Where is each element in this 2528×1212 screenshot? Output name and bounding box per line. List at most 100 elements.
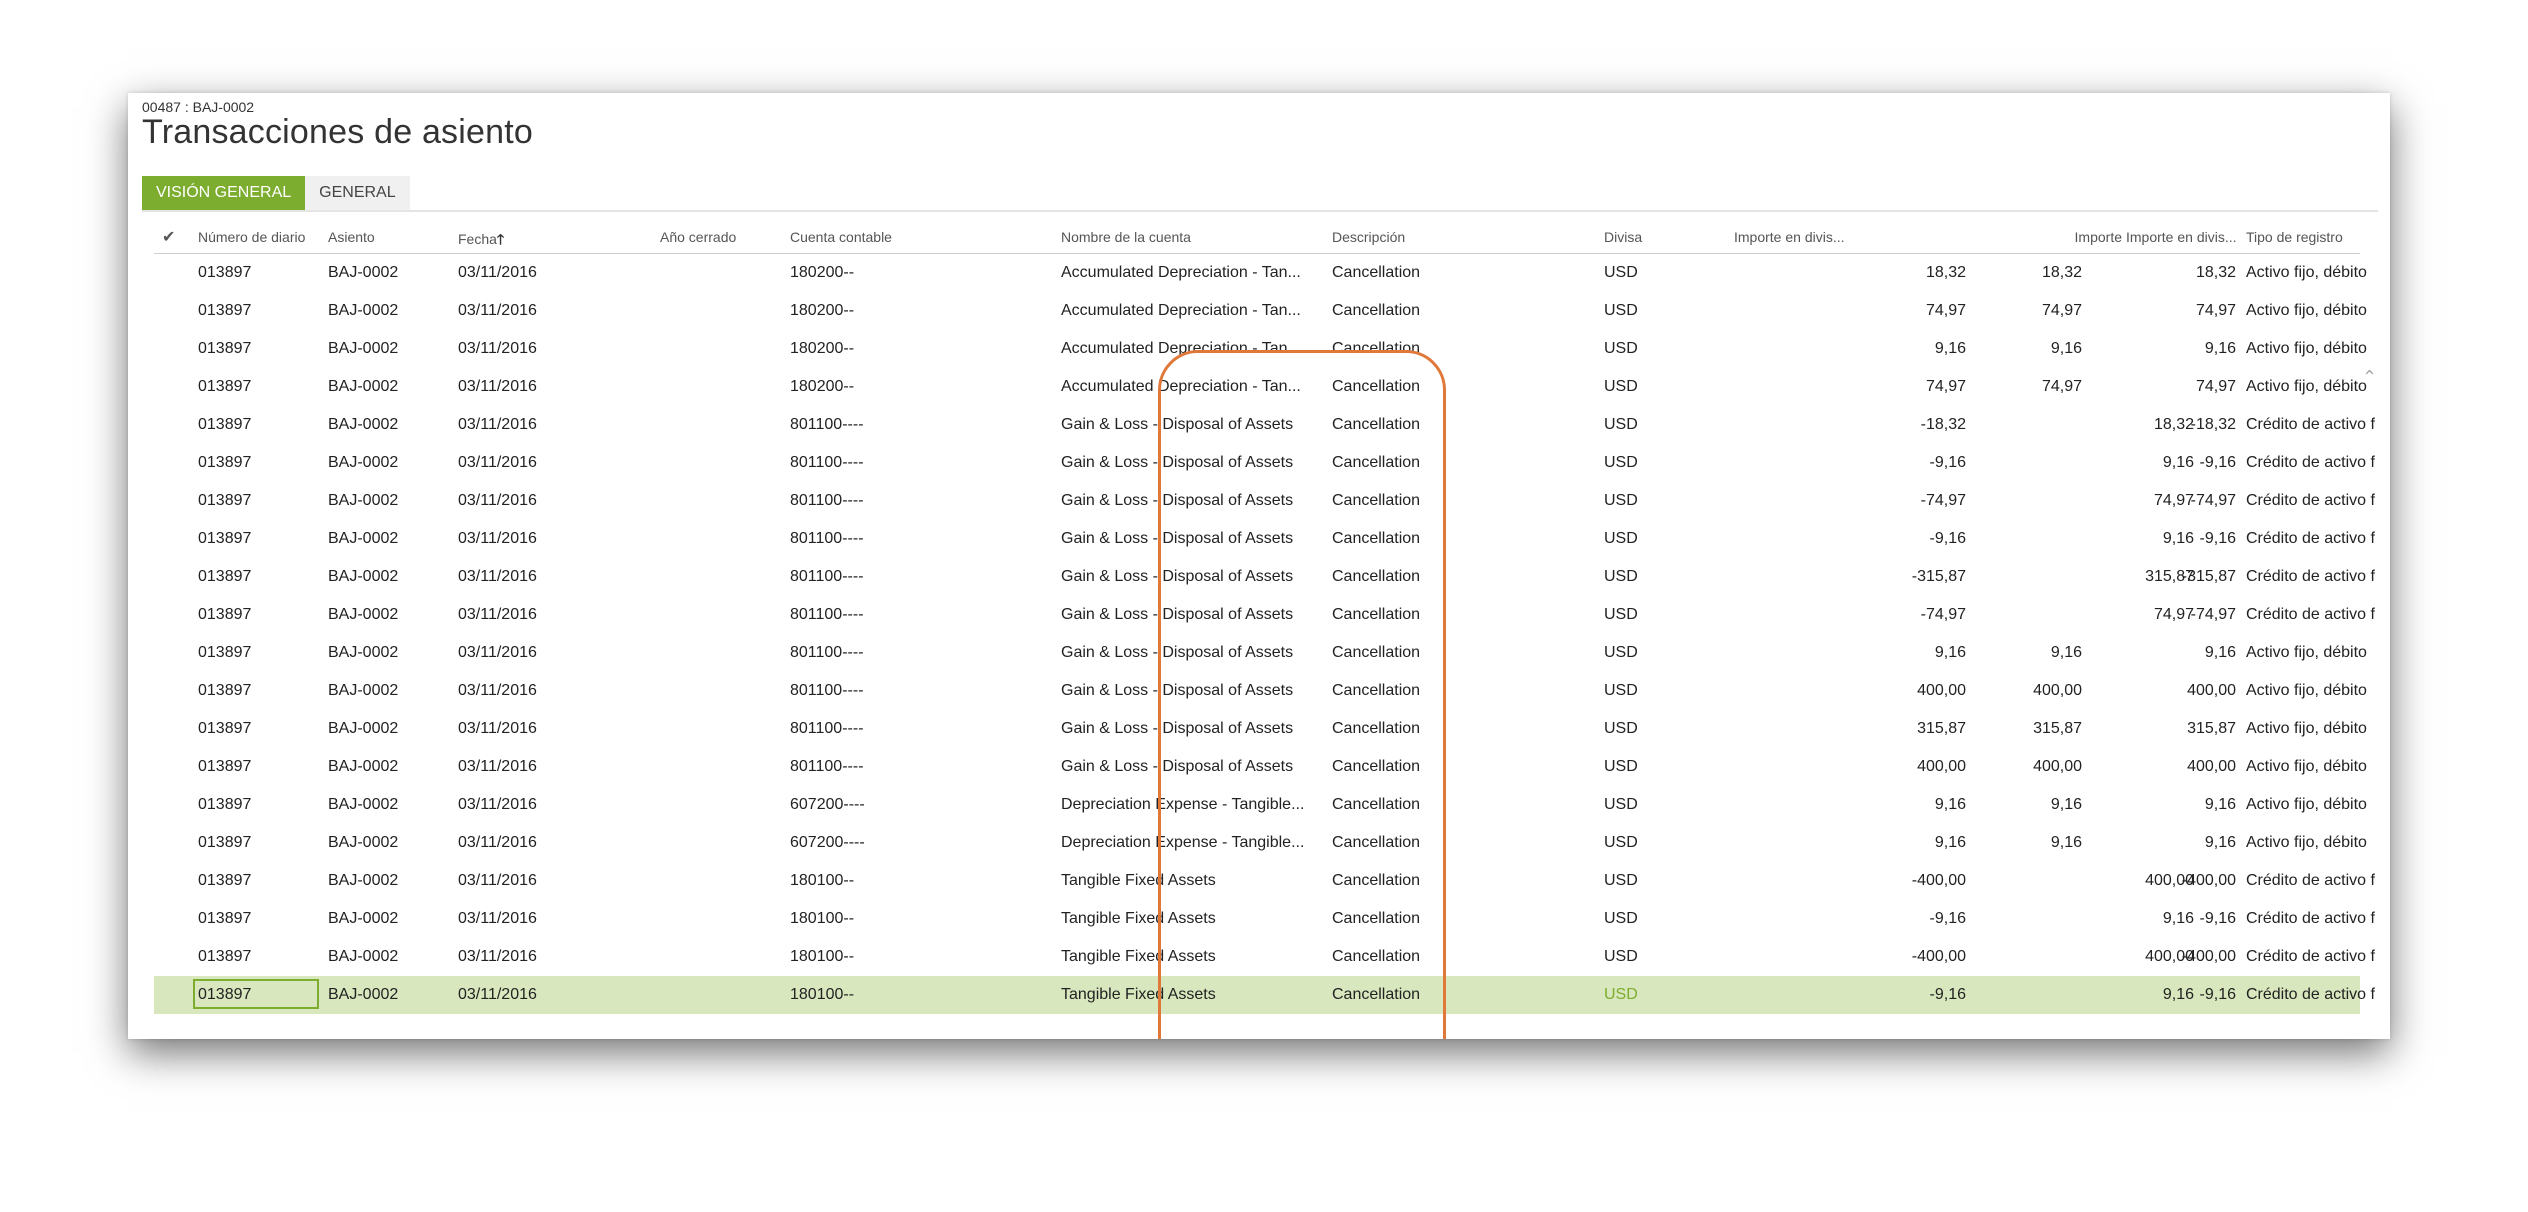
cell-account-name[interactable]: Depreciation Expense - Tangible...	[1061, 834, 1323, 852]
col-currency[interactable]: Divisa	[1604, 229, 1642, 245]
cell-currency[interactable]: USD	[1604, 454, 1724, 472]
cell-voucher[interactable]: BAJ-0002	[328, 910, 448, 928]
cell-journal[interactable]: 013897	[198, 834, 318, 852]
table-row[interactable]: 013897 BAJ-0002 03/11/2016 180100-- Tangible…	[154, 862, 2375, 900]
cell-date[interactable]: 03/11/2016	[458, 378, 648, 396]
cell-currency[interactable]: USD	[1604, 568, 1724, 586]
cell-amount-cur[interactable]: 400,00	[1734, 758, 1966, 776]
cell-date[interactable]: 03/11/2016	[458, 758, 648, 776]
cell-description[interactable]: Cancellation	[1332, 378, 1592, 396]
cell-type[interactable]: Activo fijo, débito	[2246, 796, 2386, 814]
cell-type[interactable]: Activo fijo, débito	[2246, 682, 2386, 700]
cell-type[interactable]: Activo fijo, débito	[2246, 264, 2386, 282]
col-amount-currency-2[interactable]: Importe en divis...	[2126, 229, 2237, 245]
cell-amount-cur[interactable]: 400,00	[1734, 682, 1966, 700]
cell-account-name[interactable]: Gain & Loss - Disposal of Assets	[1061, 606, 1323, 624]
cell-voucher[interactable]: BAJ-0002	[328, 986, 448, 1004]
table-row[interactable]: 013897 BAJ-0002 03/11/2016 801100---- Gain &…	[154, 558, 2375, 596]
cell-account[interactable]: 180200--	[790, 302, 1050, 320]
cell-amount[interactable]: -9,16	[2126, 986, 2236, 1004]
cell-debit[interactable]: 74,97	[1972, 378, 2082, 396]
cell-currency[interactable]: USD	[1604, 948, 1724, 966]
table-row[interactable]: 013897 BAJ-0002 03/11/2016 801100---- Gain &…	[154, 444, 2375, 482]
cell-amount[interactable]: -400,00	[2126, 948, 2236, 966]
cell-journal[interactable]: 013897	[198, 948, 318, 966]
cell-currency[interactable]: USD	[1604, 758, 1724, 776]
cell-account-name[interactable]: Gain & Loss - Disposal of Assets	[1061, 682, 1323, 700]
cell-account-name[interactable]: Accumulated Depreciation - Tan...	[1061, 302, 1323, 320]
cell-debit[interactable]: 74,97	[1972, 302, 2082, 320]
cell-type[interactable]: Crédito de activo f	[2246, 910, 2386, 928]
cell-journal[interactable]: 013897	[198, 302, 318, 320]
cell-description[interactable]: Cancellation	[1332, 606, 1592, 624]
cell-voucher[interactable]: BAJ-0002	[328, 872, 448, 890]
table-row[interactable]: 013897 BAJ-0002 03/11/2016 801100---- Gain &…	[154, 748, 2367, 786]
cell-amount-cur[interactable]: 9,16	[1734, 834, 1966, 852]
cell-date[interactable]: 03/11/2016	[458, 834, 648, 852]
cell-account-name[interactable]: Gain & Loss - Disposal of Assets	[1061, 720, 1323, 738]
cell-date[interactable]: 03/11/2016	[458, 302, 648, 320]
cell-date[interactable]: 03/11/2016	[458, 720, 648, 738]
col-voucher[interactable]: Asiento	[328, 229, 375, 245]
cell-amount-cur[interactable]: 9,16	[1734, 340, 1966, 358]
cell-voucher[interactable]: BAJ-0002	[328, 340, 448, 358]
cell-amount-cur[interactable]: -9,16	[1734, 910, 1966, 928]
cell-type[interactable]: Activo fijo, débito	[2246, 644, 2386, 662]
cell-date[interactable]: 03/11/2016	[458, 910, 648, 928]
cell-currency[interactable]: USD	[1604, 264, 1724, 282]
cell-description[interactable]: Cancellation	[1332, 872, 1592, 890]
cell-account[interactable]: 180100--	[790, 986, 1050, 1004]
cell-account[interactable]: 607200----	[790, 834, 1050, 852]
table-row[interactable]: 013897 BAJ-0002 03/11/2016 801100---- Gain &…	[154, 672, 2367, 710]
cell-voucher[interactable]: BAJ-0002	[328, 568, 448, 586]
cell-description[interactable]: Cancellation	[1332, 910, 1592, 928]
cell-currency[interactable]: USD	[1604, 910, 1724, 928]
cell-debit[interactable]: 18,32	[1972, 264, 2082, 282]
cell-amount-cur[interactable]: 9,16	[1734, 644, 1966, 662]
cell-type[interactable]: Crédito de activo f	[2246, 986, 2386, 1004]
cell-currency[interactable]: USD	[1604, 302, 1724, 320]
cell-amount-cur[interactable]: -315,87	[1734, 568, 1966, 586]
cell-description[interactable]: Cancellation	[1332, 416, 1592, 434]
cell-account-name[interactable]: Gain & Loss - Disposal of Assets	[1061, 530, 1323, 548]
cell-account[interactable]: 801100----	[790, 606, 1050, 624]
cell-account[interactable]: 801100----	[790, 720, 1050, 738]
cell-journal[interactable]: 013897	[198, 872, 318, 890]
cell-account-name[interactable]: Tangible Fixed Assets	[1061, 948, 1323, 966]
cell-voucher[interactable]: BAJ-0002	[328, 454, 448, 472]
cell-amount-cur[interactable]: 315,87	[1734, 720, 1966, 738]
cell-currency[interactable]: USD	[1604, 682, 1724, 700]
col-posting-type[interactable]: Tipo de registro	[2246, 229, 2343, 245]
cell-amount-cur[interactable]: -9,16	[1734, 530, 1966, 548]
cell-date[interactable]: 03/11/2016	[458, 492, 648, 510]
cell-amount-cur[interactable]: -9,16	[1734, 986, 1966, 1004]
cell-amount[interactable]: 400,00	[2126, 758, 2236, 776]
cell-description[interactable]: Cancellation	[1332, 492, 1592, 510]
cell-account[interactable]: 801100----	[790, 454, 1050, 472]
table-row[interactable]: 013897 BAJ-0002 03/11/2016 180100-- Tangible…	[154, 938, 2375, 976]
cell-currency[interactable]: USD	[1604, 834, 1724, 852]
cell-currency[interactable]: USD	[1604, 872, 1724, 890]
cell-amount-cur[interactable]: 9,16	[1734, 796, 1966, 814]
cell-voucher[interactable]: BAJ-0002	[328, 948, 448, 966]
cell-account[interactable]: 180200--	[790, 340, 1050, 358]
col-amount[interactable]: Importe	[2014, 229, 2122, 245]
cell-type[interactable]: Activo fijo, débito	[2246, 834, 2386, 852]
col-amount-currency[interactable]: Importe en divis...	[1734, 229, 1845, 245]
cell-type[interactable]: Crédito de activo f	[2246, 606, 2386, 624]
cell-account-name[interactable]: Gain & Loss - Disposal of Assets	[1061, 492, 1323, 510]
scroll-up-icon[interactable]: ⌃	[2362, 367, 2377, 388]
table-row[interactable]: 013897 BAJ-0002 03/11/2016 801100---- Gain &…	[154, 596, 2375, 634]
cell-amount[interactable]: 9,16	[2126, 340, 2236, 358]
cell-journal[interactable]: 013897	[198, 378, 318, 396]
cell-account-name[interactable]: Tangible Fixed Assets	[1061, 986, 1323, 1004]
table-row[interactable]: 013897 BAJ-0002 03/11/2016 801100---- Gain &…	[154, 520, 2375, 558]
cell-account[interactable]: 180200--	[790, 378, 1050, 396]
cell-debit[interactable]: 400,00	[1972, 758, 2082, 776]
cell-account-name[interactable]: Accumulated Depreciation - Tan...	[1061, 378, 1323, 396]
cell-date[interactable]: 03/11/2016	[458, 796, 648, 814]
col-description[interactable]: Descripción	[1332, 229, 1405, 245]
cell-currency[interactable]: USD	[1604, 606, 1724, 624]
cell-journal[interactable]: 013897	[198, 568, 318, 586]
cell-date[interactable]: 03/11/2016	[458, 948, 648, 966]
